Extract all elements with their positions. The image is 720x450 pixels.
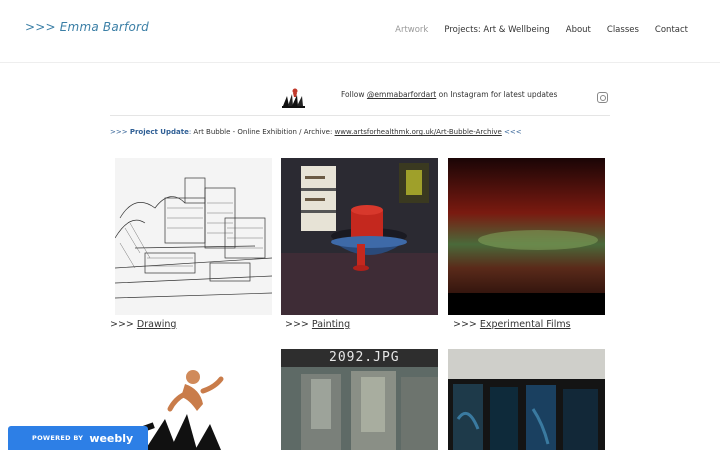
- site-title[interactable]: >>> Emma Barford: [25, 20, 149, 34]
- weebly-logo: weebly: [89, 431, 134, 445]
- experimental-films-link[interactable]: Experimental Films: [480, 319, 571, 330]
- video-stills-image[interactable]: [448, 349, 605, 450]
- site-header: >>> Emma Barford Artwork Projects: Art &…: [0, 0, 720, 63]
- update-text: Art Bubble - Online Exhibition / Archive…: [193, 128, 335, 136]
- nav-contact[interactable]: Contact: [655, 25, 688, 35]
- instagram-follow-row: Follow @emmabarfordart on Instagram for …: [110, 80, 610, 116]
- painting-image[interactable]: [281, 158, 438, 315]
- drawing-link[interactable]: Drawing: [137, 319, 177, 330]
- drawing-image[interactable]: [115, 158, 272, 315]
- nav-artwork[interactable]: Artwork: [395, 25, 428, 35]
- follow-text: Follow @emmabarfordart on Instagram for …: [341, 90, 557, 99]
- caption-drawing: >>> Drawing: [110, 319, 176, 330]
- experimental-films-image[interactable]: [448, 158, 605, 315]
- instagram-icon[interactable]: [597, 92, 608, 103]
- follow-suffix: on Instagram for latest updates: [436, 90, 558, 99]
- powered-by-weebly-badge[interactable]: POWERED BY weebly: [8, 426, 148, 450]
- caption-experimental-films: >>> Experimental Films: [453, 319, 571, 330]
- instagram-handle-link[interactable]: @emmabarfordart: [367, 90, 436, 99]
- caption-prefix: >>>: [285, 319, 312, 330]
- update-label: Project Update: [129, 128, 189, 136]
- art-logo-icon: [282, 88, 305, 108]
- caption-painting: >>> Painting: [285, 319, 350, 330]
- photo-jpg-image[interactable]: 2092.JPG: [281, 349, 438, 450]
- nav-projects[interactable]: Projects: Art & Wellbeing: [444, 25, 549, 35]
- caption-prefix: >>>: [453, 319, 480, 330]
- caption-prefix: >>>: [110, 319, 137, 330]
- powered-by-label: POWERED BY: [32, 434, 84, 442]
- nav-about[interactable]: About: [566, 25, 591, 35]
- update-prefix: >>>: [110, 128, 130, 136]
- painting-link[interactable]: Painting: [312, 319, 350, 330]
- nav-classes[interactable]: Classes: [607, 25, 639, 35]
- follow-prefix: Follow: [341, 90, 367, 99]
- main-nav: Artwork Projects: Art & Wellbeing About …: [395, 25, 688, 35]
- project-update-line: >>> Project Update: Art Bubble - Online …: [110, 128, 522, 136]
- update-suffix: <<<: [501, 128, 522, 136]
- update-archive-link[interactable]: www.artsforhealthmk.org.uk/Art-Bubble-Ar…: [335, 128, 502, 136]
- photo-filename-overlay: 2092.JPG: [329, 350, 400, 365]
